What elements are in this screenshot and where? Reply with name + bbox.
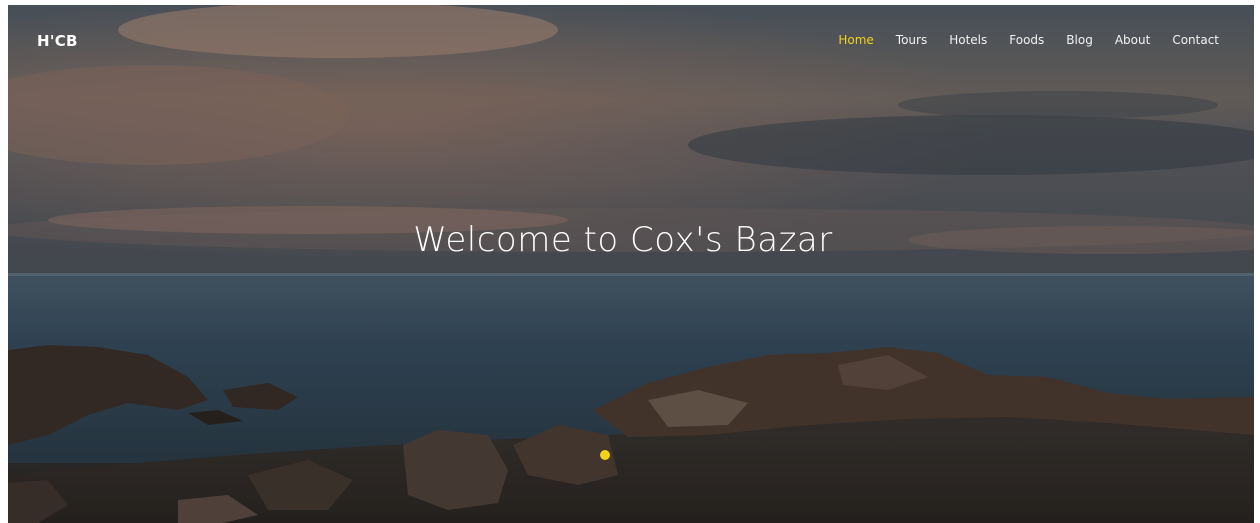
- nav-item-foods[interactable]: Foods: [1009, 33, 1044, 47]
- main-nav: Home Tours Hotels Foods Blog About Conta…: [816, 33, 1219, 47]
- brand-logo[interactable]: H'CB: [37, 32, 78, 50]
- nav-item-hotels[interactable]: Hotels: [949, 33, 987, 47]
- nav-item-blog[interactable]: Blog: [1066, 33, 1093, 47]
- nav-item-about[interactable]: About: [1115, 33, 1150, 47]
- hero-headline: Welcome to Cox's Bazar: [413, 220, 833, 260]
- hero-section: [8, 5, 1254, 523]
- nav-item-contact[interactable]: Contact: [1172, 33, 1219, 47]
- dark-overlay: [8, 5, 1254, 523]
- carousel-indicator-dot[interactable]: [600, 450, 610, 460]
- nav-item-home[interactable]: Home: [838, 33, 873, 47]
- nav-item-tours[interactable]: Tours: [896, 33, 927, 47]
